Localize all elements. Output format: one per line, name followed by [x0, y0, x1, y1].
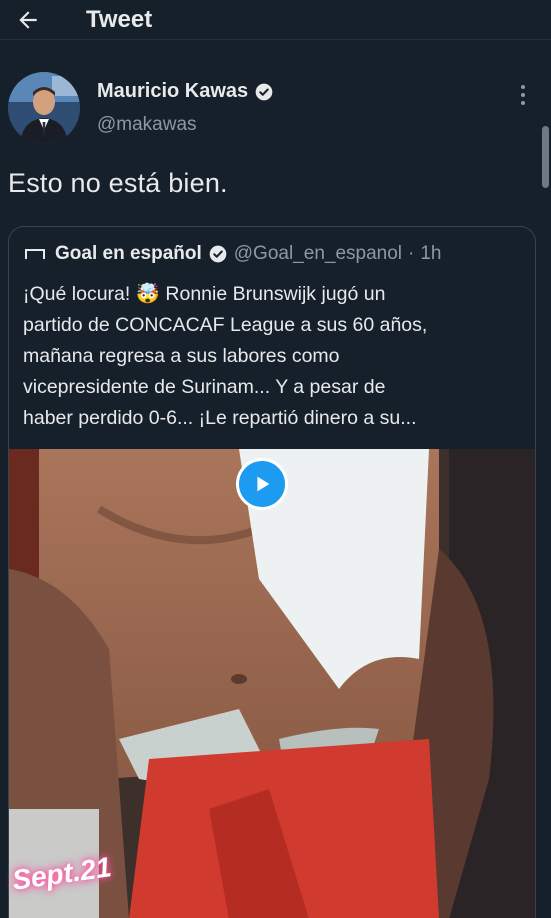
avatar-image: [8, 72, 80, 144]
author-name[interactable]: Mauricio Kawas: [97, 80, 274, 103]
scrollbar-thumb[interactable]: [542, 126, 549, 188]
verified-badge-icon: [254, 82, 274, 102]
quoted-text-line: vicepresidente de Surinam... Y a pesar d…: [23, 376, 386, 398]
quoted-text-line: partido de CONCACAF League a sus 60 años…: [23, 314, 428, 336]
more-dot-icon: [521, 85, 525, 89]
video-thumbnail[interactable]: [9, 449, 535, 918]
quoted-text-line: mañana regresa a sus labores como: [23, 345, 340, 367]
page-title: Tweet: [86, 5, 153, 33]
more-dot-icon: [521, 93, 525, 97]
quoted-author-handle: @Goal_en_espanol: [233, 243, 403, 264]
author-handle[interactable]: @makawas: [97, 114, 197, 136]
quoted-timestamp: 1h: [420, 243, 442, 264]
quoted-tweet-text: ¡Qué locura! 🤯 Ronnie Brunswijk jugó un …: [23, 279, 528, 434]
more-options-button[interactable]: [510, 80, 536, 110]
top-bar: Tweet: [0, 0, 551, 40]
play-icon: [257, 476, 270, 492]
play-button[interactable]: [236, 458, 288, 510]
back-button[interactable]: [8, 0, 48, 40]
goal-logo-icon: [23, 242, 47, 266]
quoted-text-line: haber perdido 0-6... ¡Le repartió dinero…: [23, 407, 417, 429]
quoted-tweet-header: Goal en español @Goal_en_espanol · 1h: [9, 239, 535, 269]
verified-badge-icon: [208, 244, 228, 264]
video-frame-image: [9, 449, 535, 918]
quoted-author-name: Goal en español: [55, 243, 202, 264]
arrow-left-icon: [19, 10, 37, 29]
author-name-label: Mauricio Kawas: [97, 80, 249, 102]
quoted-text-line: ¡Qué locura! 🤯 Ronnie Brunswijk jugó un: [23, 283, 386, 305]
tweet-detail-screen: Tweet Mauricio Kawas @makawas Esto no es…: [0, 0, 551, 918]
avatar[interactable]: [8, 72, 80, 144]
quoted-tweet-card[interactable]: Goal en español @Goal_en_espanol · 1h ¡Q…: [8, 226, 536, 918]
separator-dot: ·: [408, 243, 415, 264]
tweet-author: Mauricio Kawas @makawas: [0, 66, 551, 148]
more-dot-icon: [521, 101, 525, 105]
tweet-text: Esto no está bien.: [8, 168, 228, 198]
